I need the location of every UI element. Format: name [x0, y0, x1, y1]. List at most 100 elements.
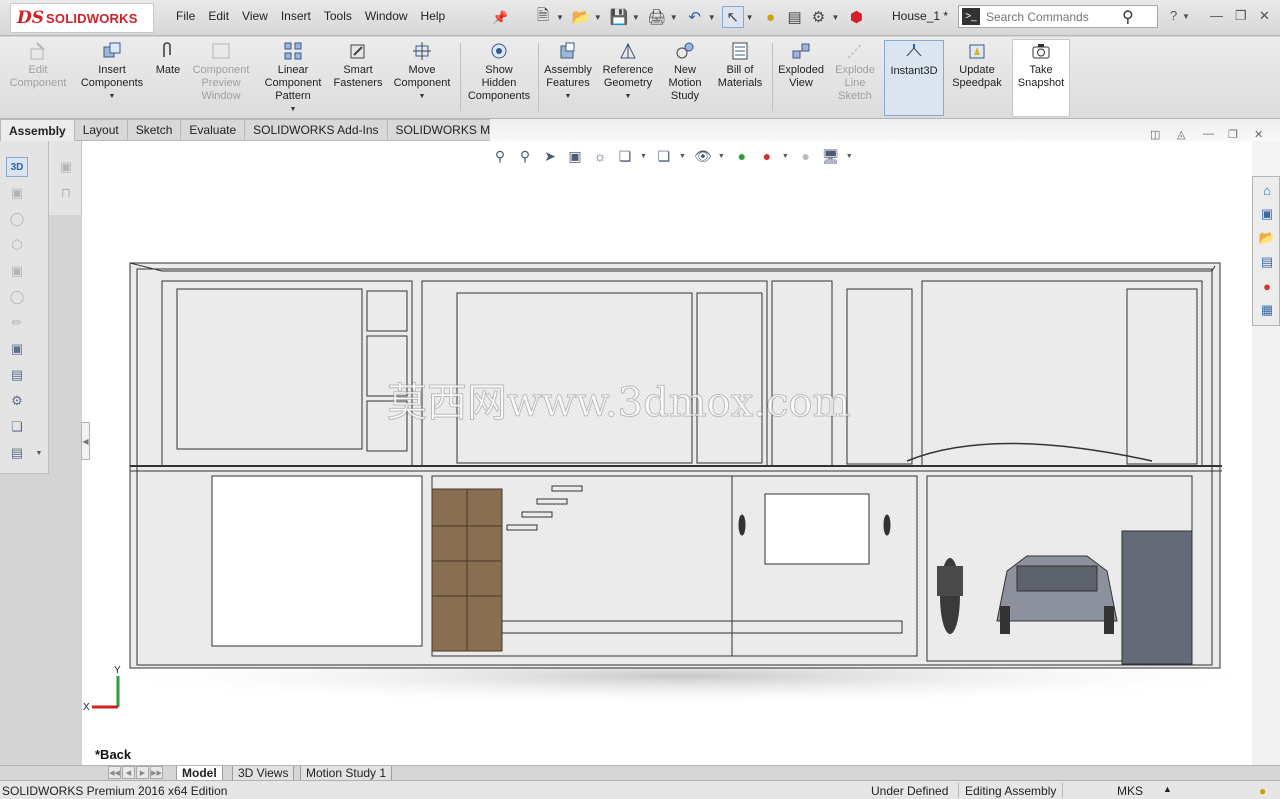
undo-icon[interactable]: ↶: [684, 6, 706, 28]
search-icon[interactable]: ⚲: [1122, 7, 1134, 27]
minimize-icon[interactable]: —: [1210, 8, 1223, 23]
tab-assembly[interactable]: Assembly: [0, 119, 75, 141]
previous-tab-icon[interactable]: ◀: [122, 766, 135, 779]
reference-geometry-dropdown-icon[interactable]: ▼: [625, 90, 632, 103]
smart-fasteners-button[interactable]: Smart Fasteners: [332, 40, 384, 116]
menu-window[interactable]: Window: [365, 9, 408, 23]
linear-pattern-dropdown-icon[interactable]: ▼: [290, 103, 297, 116]
search-mode-icon[interactable]: >_: [962, 8, 980, 25]
component-preview-window-button[interactable]: Component Preview Window: [188, 40, 254, 116]
sketch-icon-2[interactable]: ⊓: [55, 183, 77, 203]
bill-of-materials-button[interactable]: Bill of Materials: [712, 40, 768, 116]
feature-icon-4[interactable]: ▣: [6, 261, 28, 281]
reference-geometry-button[interactable]: Reference Geometry ▼: [598, 40, 658, 116]
feature-icon-1[interactable]: ▣: [6, 183, 28, 203]
save-icon[interactable]: 💾: [608, 6, 630, 28]
new-dropdown-icon[interactable]: ▼: [556, 13, 564, 22]
select-icon[interactable]: ↖: [721, 6, 744, 28]
menu-view[interactable]: View: [242, 9, 268, 23]
solidworks-logo[interactable]: DS SOLIDWORKS: [10, 3, 154, 33]
home-icon[interactable]: ⌂: [1257, 180, 1277, 200]
apply-scene-icon[interactable]: ●: [757, 146, 777, 166]
3d-sketch-icon[interactable]: 3D: [6, 157, 28, 177]
zoom-to-area-icon[interactable]: ⚲: [515, 146, 535, 166]
tab-layout[interactable]: Layout: [74, 119, 128, 141]
view-orientation-dropdown-icon[interactable]: ▼: [640, 153, 647, 160]
custom-properties-icon[interactable]: ▦: [1257, 300, 1277, 320]
apply-scene-dropdown-icon[interactable]: ▼: [782, 153, 789, 160]
options-dropdown-icon[interactable]: ▼: [832, 13, 840, 22]
open-icon[interactable]: 📂: [570, 6, 592, 28]
panel-collapse-handle[interactable]: ◀: [81, 422, 90, 460]
save-dropdown-icon[interactable]: ▼: [632, 13, 640, 22]
units-dropdown-icon[interactable]: ▲: [1163, 784, 1172, 794]
mate-button[interactable]: Mate: [152, 40, 184, 116]
tab-solidworks-add-ins[interactable]: SOLIDWORKS Add-Ins: [245, 119, 388, 141]
display-style-icon[interactable]: ❏: [654, 146, 674, 166]
view-orientation-icon[interactable]: ❏: [615, 146, 635, 166]
feature-icon-5[interactable]: ◯: [6, 287, 28, 307]
edit-appearance-icon[interactable]: ●: [732, 146, 752, 166]
linear-component-pattern-button[interactable]: Linear Component Pattern ▼: [258, 40, 328, 116]
file-explorer-icon[interactable]: 📂: [1257, 228, 1277, 248]
menu-insert[interactable]: Insert: [281, 9, 311, 23]
feature-dropdown-icon[interactable]: ▼: [28, 443, 50, 463]
menu-tools[interactable]: Tools: [324, 9, 352, 23]
explode-line-sketch-button[interactable]: Explode Line Sketch: [830, 40, 880, 116]
rebuild-icon[interactable]: ●: [760, 6, 782, 28]
menu-edit[interactable]: Edit: [208, 9, 229, 23]
help-dropdown-icon[interactable]: ▼: [1182, 12, 1190, 21]
design-library-icon[interactable]: ▣: [1257, 204, 1277, 224]
exploded-view-button[interactable]: Exploded View: [776, 40, 826, 116]
tile-left-icon[interactable]: ◫: [1150, 128, 1160, 141]
move-component-dropdown-icon[interactable]: ▼: [419, 90, 426, 103]
edit-component-button[interactable]: Edit Component: [4, 40, 72, 116]
graphics-area[interactable]: 莫西网www.3dmox.com Y X: [82, 141, 1252, 765]
take-snapshot-button[interactable]: Take Snapshot: [1012, 39, 1070, 117]
search-commands[interactable]: >_ ⚲: [958, 5, 1158, 28]
feature-icon-3[interactable]: ⬡: [6, 235, 28, 255]
feature-icon-9[interactable]: ⚙: [6, 391, 28, 411]
feature-icon-11[interactable]: ▤: [6, 443, 28, 463]
last-tab-icon[interactable]: ▶▶: [150, 766, 163, 779]
search-input[interactable]: [986, 9, 1118, 24]
display-pane-dropdown-icon[interactable]: ▼: [846, 153, 853, 160]
tab-evaluate[interactable]: Evaluate: [181, 119, 246, 141]
new-motion-study-button[interactable]: New Motion Study: [662, 40, 708, 116]
appearances-icon[interactable]: ●: [1257, 276, 1277, 296]
assembly-features-dropdown-icon[interactable]: ▼: [565, 90, 572, 103]
feature-icon-10[interactable]: ❏: [6, 417, 28, 437]
tile-right-icon[interactable]: ◬: [1177, 128, 1185, 141]
tab-3d-views[interactable]: 3D Views: [232, 766, 295, 781]
insert-components-button[interactable]: Insert Components ▼: [76, 40, 148, 116]
view-settings-icon[interactable]: ●: [796, 146, 816, 166]
update-speedpak-button[interactable]: Update Speedpak: [948, 40, 1006, 116]
sketch-icon-1[interactable]: ▣: [55, 157, 77, 177]
menu-help[interactable]: Help: [421, 9, 446, 23]
assembly-features-button[interactable]: Assembly Features ▼: [542, 40, 594, 116]
print-dropdown-icon[interactable]: ▼: [670, 13, 678, 22]
viewport-minimize-icon[interactable]: —: [1203, 128, 1214, 140]
insert-components-dropdown-icon[interactable]: ▼: [109, 90, 116, 103]
select-dropdown-icon[interactable]: ▼: [746, 13, 754, 22]
display-style-dropdown-icon[interactable]: ▼: [679, 153, 686, 160]
new-icon[interactable]: 🗎: [532, 6, 554, 28]
pin-menu-icon[interactable]: 📌: [492, 10, 508, 26]
tab-model[interactable]: Model: [176, 766, 223, 781]
options-icon[interactable]: ⚙: [808, 6, 830, 28]
hide-show-items-icon[interactable]: 👁: [693, 146, 713, 166]
instant3d-button[interactable]: Instant3D: [884, 40, 944, 116]
rebuild-status-icon[interactable]: ●: [1259, 784, 1266, 798]
tab-motion-study-1[interactable]: Motion Study 1: [300, 766, 393, 781]
print-icon[interactable]: 🖨: [646, 6, 668, 28]
section-view-icon[interactable]: ▣: [565, 146, 585, 166]
viewport-restore-icon[interactable]: ❐: [1228, 128, 1238, 141]
show-hidden-components-button[interactable]: Show Hidden Components: [464, 40, 534, 116]
menu-file[interactable]: File: [176, 9, 195, 23]
zoom-to-fit-icon[interactable]: ⚲: [490, 146, 510, 166]
feature-icon-6[interactable]: ✏: [6, 313, 28, 333]
house-wireframe-model[interactable]: 莫西网www.3dmox.com Y X: [82, 141, 1252, 765]
file-properties-icon[interactable]: ▤: [784, 6, 806, 28]
first-tab-icon[interactable]: ◀◀: [108, 766, 121, 779]
next-tab-icon[interactable]: ▶: [136, 766, 149, 779]
